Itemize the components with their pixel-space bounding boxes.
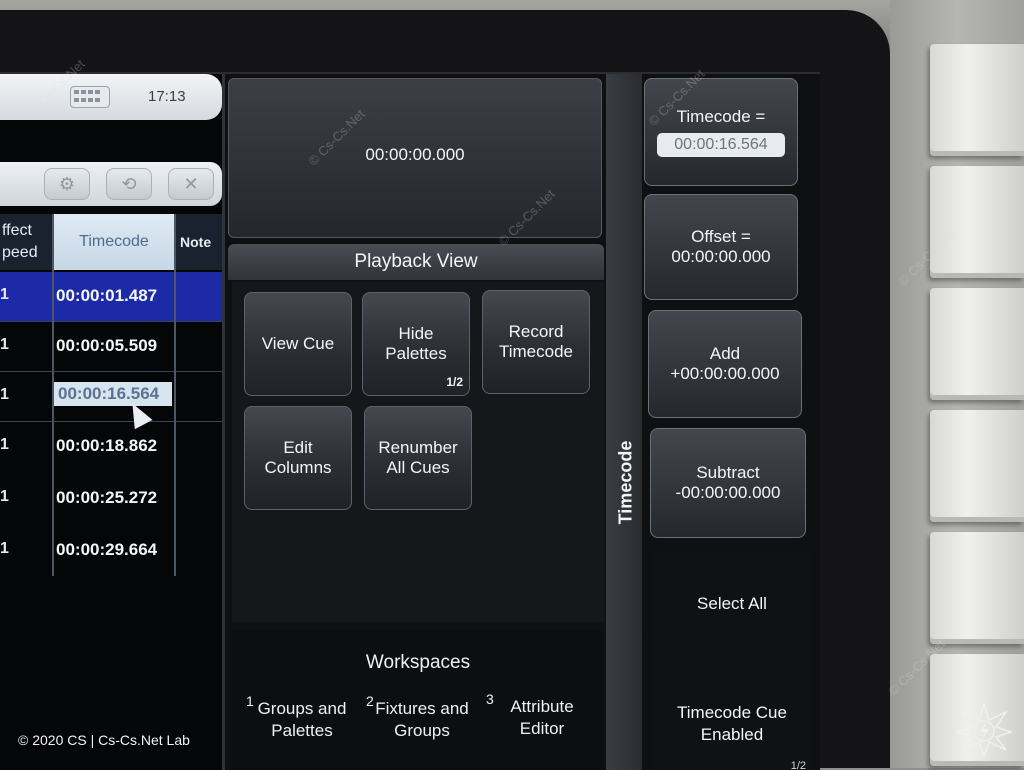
column-header-timecode[interactable]: Timecode <box>54 214 174 270</box>
workspaces-title: Workspaces <box>365 652 471 673</box>
timecode-display: 00:00:00.000 <box>228 78 602 238</box>
table-row[interactable]: 1 00:00:18.862 <box>0 422 222 472</box>
add-button[interactable]: Add +00:00:00.000 <box>648 310 802 418</box>
lightning-logo-icon <box>956 702 1012 758</box>
timecode-cell[interactable]: 00:00:25.272 <box>56 488 157 508</box>
table-row[interactable]: 1 00:00:25.272 <box>0 474 222 524</box>
close-icon[interactable]: ✕ <box>168 168 214 200</box>
touch-display: 17:13 ⚙ ⟲ ✕ ffect peed Timecode Note 1 0… <box>0 72 820 770</box>
timecode-cell[interactable]: 00:00:05.509 <box>56 336 157 356</box>
timecode-cue-enabled-toggle[interactable]: Timecode Cue Enabled <box>652 702 812 746</box>
panel-divider <box>222 74 225 770</box>
view-cue-button[interactable]: View Cue <box>244 292 352 396</box>
table-row[interactable]: 1 00:00:01.487 <box>0 272 222 322</box>
timecode-value-field[interactable]: 00:00:16.564 <box>657 133 785 157</box>
table-row[interactable]: 1 00:00:05.509 <box>0 322 222 372</box>
table-row[interactable]: 1 00:00:16.564 <box>0 372 222 422</box>
cue-list-panel: 17:13 ⚙ ⟲ ✕ ffect peed Timecode Note 1 0… <box>0 74 222 770</box>
timecode-tab[interactable]: Timecode <box>606 74 642 770</box>
workspace-fixtures-and-groups[interactable]: 2 Fixtures and Groups <box>362 693 482 742</box>
subtract-button[interactable]: Subtract -00:00:00.000 <box>650 428 806 538</box>
column-header-effect-speed[interactable]: ffect peed <box>0 214 52 270</box>
workspace-groups-and-palettes[interactable]: 1 Groups and Palettes <box>242 693 362 742</box>
timecode-cell[interactable]: 00:00:16.564 <box>54 382 172 406</box>
edit-columns-button[interactable]: Edit Columns <box>244 406 352 510</box>
offset-button[interactable]: Offset = 00:00:00.000 <box>644 194 798 300</box>
cue-list-toolbar: ⚙ ⟲ ✕ <box>0 162 222 206</box>
renumber-all-cues-button[interactable]: Renumber All Cues <box>364 406 472 510</box>
record-timecode-button[interactable]: Record Timecode <box>482 290 590 394</box>
page-indicator: 1/2 <box>446 375 463 389</box>
gear-icon[interactable]: ⚙ <box>44 168 90 200</box>
hide-palettes-button[interactable]: Hide Palettes 1/2 <box>362 292 470 396</box>
table-row[interactable]: 1 00:00:29.664 <box>0 526 222 576</box>
status-bar: 17:13 <box>0 74 222 120</box>
select-all-button[interactable]: Select All <box>652 594 812 614</box>
hardware-key-2[interactable] <box>930 166 1024 278</box>
timecode-cell[interactable]: 00:00:18.862 <box>56 436 157 456</box>
refresh-icon[interactable]: ⟲ <box>106 168 152 200</box>
timecode-cell[interactable]: 00:00:29.664 <box>56 540 157 560</box>
timecode-cell[interactable]: 00:00:01.487 <box>56 286 157 306</box>
hardware-key-1[interactable] <box>930 44 1024 156</box>
page-indicator: 1/2 <box>790 760 806 770</box>
hardware-key-3[interactable] <box>930 288 1024 400</box>
playback-view-body: View Cue Hide Palettes 1/2 Record Timeco… <box>232 282 604 622</box>
photo-credit: © 2020 CS | Cs-Cs.Net Lab <box>18 732 190 748</box>
clock: 17:13 <box>148 88 186 105</box>
keyboard-icon[interactable] <box>70 86 110 108</box>
timecode-equals-button[interactable]: Timecode = 00:00:16.564 <box>644 78 798 186</box>
column-divider <box>52 214 54 576</box>
column-divider <box>174 214 176 576</box>
hardware-key-panel <box>890 0 1024 768</box>
workspace-attribute-editor[interactable]: 3 Attribute Editor <box>482 691 602 740</box>
column-header-note[interactable]: Note <box>176 214 222 270</box>
hardware-key-4[interactable] <box>930 410 1024 522</box>
workspaces-area: Workspaces 1 Groups and Palettes 2 Fixtu… <box>232 630 604 770</box>
hardware-key-5[interactable] <box>930 532 1024 644</box>
playback-view-title: Playback View <box>228 244 604 280</box>
timecode-display-value: 00:00:00.000 <box>365 145 465 164</box>
select-all-area: Select All Timecode Cue Enabled 1/2 <box>652 550 812 770</box>
